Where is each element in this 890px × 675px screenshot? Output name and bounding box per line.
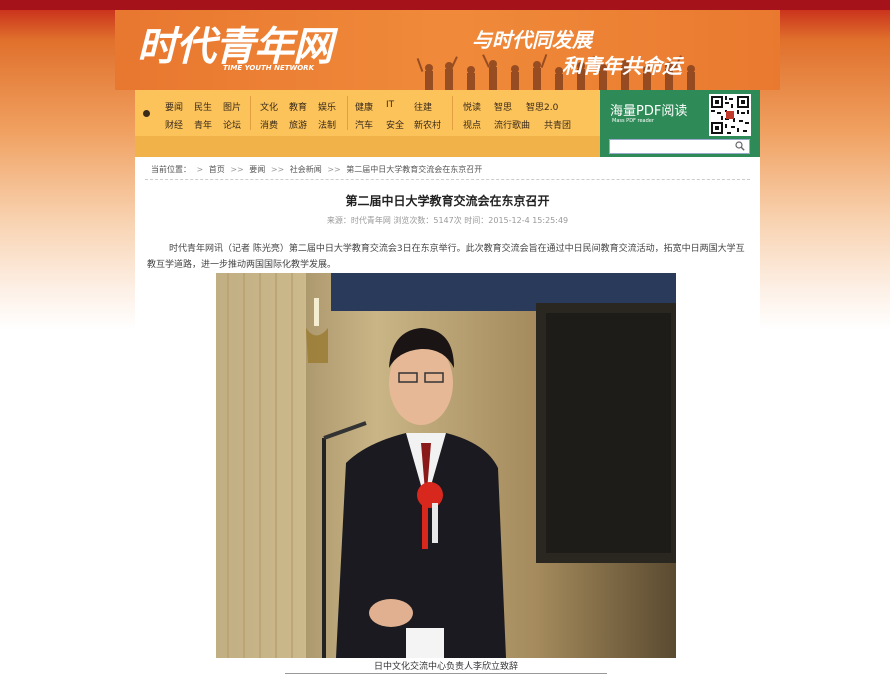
breadcrumb-item-social-news[interactable]: 社会新闻 — [290, 165, 322, 174]
breadcrumb-item-yaowen[interactable]: 要闻 — [249, 165, 265, 174]
nav-subbar — [135, 136, 600, 157]
slogan-line-1: 与时代同发展 — [472, 28, 592, 52]
nav-item-zhisi[interactable]: 智思 — [494, 100, 512, 113]
main-nav: 要闻 民生 图片 文化 教育 娱乐 健康 IT 往建 悦读 智思 智思2.0 财… — [135, 90, 600, 136]
nav-divider — [250, 96, 251, 130]
nav-item-it[interactable]: IT — [386, 100, 394, 110]
qr-code-icon — [709, 94, 751, 136]
breadcrumb: 当前位置： > 首页 >> 要闻 >> 社会新闻 >> 第二届中日大学教育交流会… — [151, 165, 483, 174]
nav-item-tupian[interactable]: 图片 — [223, 100, 241, 113]
nav-item-minsheng[interactable]: 民生 — [194, 100, 212, 113]
nav-item-zhisi-2[interactable]: 智思2.0 — [526, 100, 558, 113]
nav-item-xiaofei[interactable]: 消费 — [260, 118, 278, 131]
nav-item-yuedu[interactable]: 悦读 — [463, 100, 481, 113]
nav-item-jiaoyu[interactable]: 教育 — [289, 100, 307, 113]
slogan-line-2: 和青年共命运 — [562, 54, 682, 78]
caption-divider — [285, 673, 607, 674]
nav-item-qingnian[interactable]: 青年 — [194, 118, 212, 131]
nav-item-fazhi[interactable]: 法制 — [318, 118, 336, 131]
nav-item-yule[interactable]: 娱乐 — [318, 100, 336, 113]
article-meta: 来源：时代青年网 浏览次数：5147次 时间：2015-12-4 15:25:4… — [326, 216, 569, 225]
nav-item-jiankang[interactable]: 健康 — [355, 100, 373, 113]
nav-item-yaowen[interactable]: 要闻 — [165, 100, 183, 113]
photo-caption: 日中文化交流中心负责人李欣立致辞 — [373, 662, 518, 672]
article-title: 第二届中日大学教育交流会在东京召开 — [345, 194, 550, 208]
top-bar — [0, 0, 890, 10]
nav-divider — [347, 96, 348, 130]
search-icon[interactable] — [735, 141, 745, 151]
nav-bullet-icon — [143, 110, 150, 117]
nav-item-xinnongcun[interactable]: 新农村 — [414, 118, 441, 131]
nav-item-shidian[interactable]: 视点 — [463, 118, 481, 131]
nav-item-lvyou[interactable]: 旅游 — [289, 118, 307, 131]
nav-item-anquan[interactable]: 安全 — [386, 118, 404, 131]
pdf-reader-subtitle: Mass PDF reader — [612, 118, 654, 124]
nav-item-liuxing-gequ[interactable]: 流行歌曲 — [494, 118, 530, 131]
article-photo — [216, 273, 676, 658]
breadcrumb-item-home[interactable]: 首页 — [209, 165, 225, 174]
speaker-photo-image — [216, 273, 676, 658]
breadcrumb-item-current: 第二届中日大学教育交流会在东京召开 — [346, 165, 483, 174]
nav-item-qiche[interactable]: 汽车 — [355, 118, 373, 131]
nav-item-gongqingtuan[interactable]: 共青团 — [544, 118, 571, 131]
nav-item-caijing[interactable]: 财经 — [165, 118, 183, 131]
nav-item-wenhua[interactable]: 文化 — [260, 100, 278, 113]
pdf-reader-title[interactable]: 海量PDF阅读 — [610, 100, 687, 119]
pdf-reader-panel[interactable]: 海量PDF阅读 Mass PDF reader — [600, 90, 760, 157]
breadcrumb-divider — [145, 179, 750, 180]
nav-divider — [452, 96, 453, 130]
site-logo-subtitle: TIME YOUTH NETWORK — [223, 64, 314, 72]
article-paragraph: 时代青年网讯（记者 陈光亮）第二届中日大学教育交流会3日在东京举行。此次教育交流… — [147, 244, 745, 270]
breadcrumb-prefix: 当前位置： — [151, 165, 191, 174]
nav-item-luntan[interactable]: 论坛 — [223, 118, 241, 131]
nav-item-wangjian[interactable]: 往建 — [414, 100, 432, 113]
site-header: 时代青年网 TIME YOUTH NETWORK 与时代同发展 和青年共命运 — [115, 10, 780, 90]
pdf-search-input[interactable] — [609, 139, 750, 154]
